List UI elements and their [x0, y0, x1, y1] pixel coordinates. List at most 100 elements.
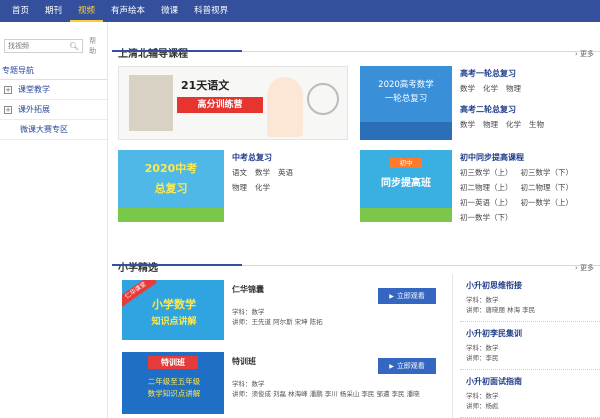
- tag-link[interactable]: 数学: [255, 167, 270, 178]
- tag-link[interactable]: 物理: [232, 182, 247, 193]
- tag-link[interactable]: 英语: [278, 167, 293, 178]
- play-icon: ▶: [389, 362, 394, 370]
- section-title: 小学精选: [118, 263, 158, 274]
- column-divider: [452, 274, 453, 418]
- tab-micro-lessons[interactable]: 微课: [153, 0, 186, 22]
- tag-link[interactable]: 初三数学（上）: [460, 167, 513, 178]
- tag-link[interactable]: 初一英语（上）: [460, 197, 513, 208]
- banner-zhongkao[interactable]: 2020中考 总复习: [118, 150, 224, 222]
- course-title[interactable]: 中考总复习: [232, 152, 352, 163]
- side-item-teacher: 讲师：杨彪: [466, 402, 499, 410]
- nav-heading: 专题导航: [0, 62, 107, 80]
- tag-link[interactable]: 初二物理（上）: [460, 182, 513, 193]
- banner-gaokao-math[interactable]: 2020高考数学 一轮总复习: [360, 66, 452, 140]
- search-box: 🔍︎: [4, 39, 84, 53]
- more-link[interactable]: › 更多: [575, 49, 594, 59]
- watch-now-button[interactable]: ▶ 立即观看: [378, 358, 436, 374]
- course-title[interactable]: 高考二轮总复习: [460, 104, 596, 115]
- banner-title: 同步提高班: [381, 178, 431, 189]
- watch-now-button[interactable]: ▶ 立即观看: [378, 288, 436, 304]
- tag-link[interactable]: 物理: [506, 83, 521, 94]
- banner-chinese-camp[interactable]: 21天语文 高分训练营: [118, 66, 348, 140]
- course-teachers: 讲师：王先道 阿尔斯 宋坤 陈拓: [232, 318, 323, 326]
- course-subject: 学科：数学: [232, 380, 265, 388]
- side-item-subject: 学科：数学: [466, 344, 499, 352]
- list-item[interactable]: 小升初思维衔接 学科：数学 讲师：唐晓丽 林海 李民: [460, 274, 600, 322]
- banner-subtitle: 一轮总复习: [384, 94, 428, 104]
- course-tags: 数学 化学 物理: [460, 79, 596, 94]
- banner-title: 小学数学: [152, 298, 196, 311]
- banner-title: 2020高考数学: [378, 80, 434, 90]
- tag-link[interactable]: 初二物理（下）: [521, 182, 574, 193]
- banner-special-training[interactable]: 特训班 二年级至五年级 数学知识点讲解: [122, 352, 224, 414]
- banner-ribbon: 特训班: [148, 356, 198, 369]
- sidebar-item-extension[interactable]: + 课外拓展: [0, 100, 107, 120]
- top-nav: 首页 期刊 视频 有声绘本 微课 科普视界: [0, 0, 600, 22]
- section-underline: [112, 50, 242, 52]
- side-item-title[interactable]: 小升初李民集训: [466, 328, 594, 339]
- sidebar-item-classroom[interactable]: + 课堂教学: [0, 80, 107, 100]
- search-row: 🔍︎ 帮助: [0, 22, 107, 56]
- sidebar-item-label: 微课大赛专区: [20, 125, 68, 134]
- tab-journals[interactable]: 期刊: [37, 0, 70, 22]
- course-teachers: 讲师：须俊成 刘磊 林海峰 潘鹏 李川 杨采山 李民 邹遭 李民 潘晓: [232, 390, 420, 398]
- side-item-title[interactable]: 小升初思维衔接: [466, 280, 594, 291]
- banner-primary-math[interactable]: 仁华课堂 小学数学 知识点讲解: [122, 280, 224, 340]
- tab-home[interactable]: 首页: [4, 0, 37, 22]
- tag-link[interactable]: 初一数学（上）: [521, 197, 574, 208]
- clock-icon: [307, 83, 339, 115]
- tag-link[interactable]: 化学: [255, 182, 270, 193]
- banner-junior-sync[interactable]: 初中 同步提高班: [360, 150, 452, 222]
- course-tags: 数学 物理 化学 生物: [460, 115, 596, 130]
- expand-icon[interactable]: +: [4, 85, 12, 94]
- search-icon[interactable]: 🔍︎: [69, 42, 79, 51]
- tag-link[interactable]: 初一数学（下）: [460, 212, 513, 223]
- course-title[interactable]: 初中同步提高课程: [460, 152, 598, 163]
- banner-title: 21天语文: [181, 79, 230, 92]
- sidebar-item-label: 课外拓展: [18, 105, 50, 114]
- course-junior-sync: 初中同步提高课程 初三数学（上） 初三数学（下） 初二物理（上） 初二物理（下） 初…: [460, 152, 598, 223]
- search-input[interactable]: [8, 42, 68, 50]
- more-link[interactable]: › 更多: [575, 263, 594, 273]
- side-item-subject: 学科：数学: [466, 296, 499, 304]
- banner-ribbon: 初中: [390, 158, 422, 168]
- tag-link[interactable]: 数学: [460, 119, 475, 130]
- tab-videos[interactable]: 视频: [70, 0, 104, 22]
- tag-link[interactable]: 语文: [232, 167, 247, 178]
- help-link[interactable]: 帮助: [89, 36, 103, 56]
- tab-audio-books[interactable]: 有声绘本: [103, 0, 153, 22]
- section-header-tutoring: 上清北辅导课程 › 更多: [112, 30, 600, 60]
- side-item-teacher: 讲师：李民: [466, 354, 499, 362]
- tag-link[interactable]: 化学: [506, 119, 521, 130]
- section-underline: [112, 264, 242, 266]
- banner-subtitle: 总复习: [154, 182, 188, 195]
- sidebar-item-label: 课堂教学: [18, 85, 50, 94]
- side-course-list: 小升初思维衔接 学科：数学 讲师：唐晓丽 林海 李民 小升初李民集训 学科：数学…: [460, 274, 600, 418]
- banner-subtitle: 数学知识点讲解: [147, 389, 201, 398]
- banner-title: 2020中考: [144, 162, 198, 175]
- tab-science-vision[interactable]: 科普视界: [186, 0, 236, 22]
- course-title[interactable]: 高考一轮总复习: [460, 68, 596, 79]
- course-tags: 语文 数学 英语 物理 化学: [232, 163, 352, 193]
- tag-link[interactable]: 生物: [529, 119, 544, 130]
- list-item[interactable]: 小升初李民集训 学科：数学 讲师：李民: [460, 322, 600, 370]
- banner-subtitle: 知识点讲解: [151, 317, 197, 327]
- play-icon: ▶: [389, 292, 394, 300]
- tag-link[interactable]: 数学: [460, 83, 475, 94]
- section-header-primary: 小学精选 › 更多: [112, 244, 600, 274]
- section-title: 上清北辅导课程: [118, 49, 188, 60]
- main-content: 上清北辅导课程 › 更多 21天语文 高分训练营 2020高考数学 一轮总复习 …: [112, 22, 600, 418]
- sidebar-item-competition[interactable]: 微课大赛专区: [0, 120, 107, 140]
- tag-link[interactable]: 化学: [483, 83, 498, 94]
- sidebar: 🔍︎ 帮助 专题导航 + 课堂教学 + 课外拓展 微课大赛专区: [0, 22, 108, 418]
- expand-icon[interactable]: +: [4, 105, 12, 114]
- tag-link[interactable]: 初三数学（下）: [521, 167, 574, 178]
- banner-subtitle: 高分训练营: [177, 97, 263, 113]
- side-item-title[interactable]: 小升初面试指南: [466, 376, 594, 387]
- side-item-subject: 学科：数学: [466, 392, 499, 400]
- course-subject: 学科：数学: [232, 308, 265, 316]
- list-item[interactable]: 小升初面试指南 学科：数学 讲师：杨彪: [460, 370, 600, 418]
- course-tags: 初三数学（上） 初三数学（下） 初二物理（上） 初二物理（下） 初一英语（上） 初一数…: [460, 163, 598, 223]
- tag-link[interactable]: 物理: [483, 119, 498, 130]
- course-gaokao: 高考一轮总复习 数学 化学 物理 高考二轮总复习 数学 物理 化学 生物: [460, 68, 596, 130]
